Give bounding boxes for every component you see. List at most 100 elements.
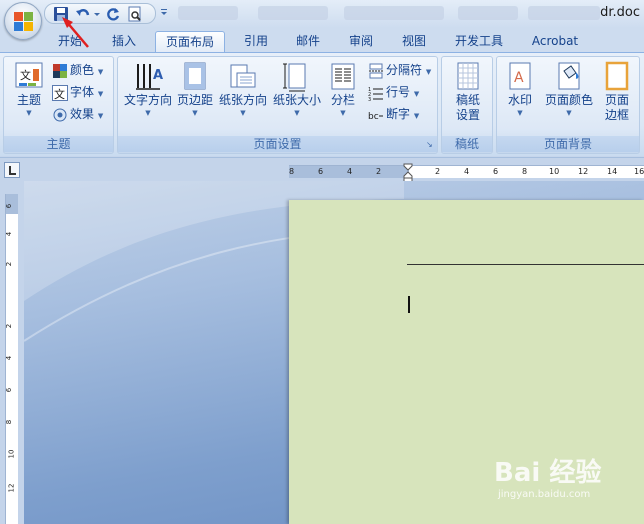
group-page-background: A 水印 ▼ 页面颜色 ▼ 页面 边框 页面背景 bbox=[496, 56, 640, 154]
chevron-down-icon: ▼ bbox=[145, 109, 151, 117]
svg-text:bc: bc bbox=[368, 112, 379, 122]
orientation-button[interactable]: 纸张方向 ▼ bbox=[216, 61, 270, 118]
columns-label: 分栏 bbox=[330, 93, 355, 107]
svg-text:A: A bbox=[153, 68, 163, 83]
margins-label: 页边距 bbox=[176, 93, 213, 107]
ribbon: 文 主题 ▼ 颜色 ▼ 文字体 ▼ 效果 ▼ 主题 A 文字方向 ▼ 页边距 ▼… bbox=[0, 52, 644, 156]
baidu-watermark: Bai 经验 jingyan.baidu.com bbox=[494, 452, 601, 500]
page-borders-label-2: 边框 bbox=[604, 108, 629, 122]
chevron-down-icon: ▼ bbox=[192, 109, 198, 117]
ruler-label: 6 bbox=[5, 387, 14, 393]
page-borders-button[interactable]: 页面 边框 bbox=[597, 61, 637, 123]
ruler-label: 2 bbox=[376, 167, 382, 176]
header-rule-line bbox=[407, 264, 644, 265]
line-numbers-button[interactable]: 1 2 3 行号 ▼ bbox=[368, 82, 420, 103]
print-preview-icon[interactable] bbox=[127, 6, 145, 22]
window-title: dr.doc bbox=[600, 5, 640, 20]
tab-review[interactable]: 审阅 bbox=[341, 31, 381, 52]
chevron-down-icon: ▼ bbox=[517, 109, 523, 117]
watermark-label: 水印 bbox=[507, 93, 532, 107]
paint-bucket-icon bbox=[554, 61, 584, 93]
hyphenation-label: 断字 bbox=[386, 107, 411, 121]
group-page-setup: A 文字方向 ▼ 页边距 ▼ 纸张方向 ▼ 纸张大小 ▼ 分栏 ▼ 分隔符 ▼ … bbox=[117, 56, 438, 154]
watermark-button[interactable]: A 水印 ▼ bbox=[501, 61, 539, 118]
ruler-bar: 8 6 4 2 2 4 6 8 10 12 14 16 bbox=[0, 157, 644, 181]
office-logo-icon bbox=[14, 12, 34, 32]
ruler-label: 16 bbox=[634, 167, 644, 176]
page-setup-launcher-icon[interactable]: ↘ bbox=[426, 141, 435, 150]
office-button[interactable] bbox=[4, 2, 42, 40]
columns-button[interactable]: 分栏 ▼ bbox=[325, 61, 361, 118]
vertical-ruler[interactable]: 6 4 2 2 4 6 8 10 12 bbox=[5, 194, 18, 524]
blurred-toolbar-region bbox=[178, 6, 238, 20]
ruler-label: 8 bbox=[5, 419, 14, 425]
svg-text:文: 文 bbox=[54, 87, 65, 101]
effects-icon bbox=[52, 107, 68, 123]
ruler-label: 10 bbox=[7, 449, 16, 459]
ruler-label: 8 bbox=[522, 167, 528, 176]
themes-label: 主题 bbox=[16, 93, 41, 107]
watermark-brand: Bai 经验 bbox=[494, 458, 602, 488]
ruler-label: 14 bbox=[607, 167, 618, 176]
chevron-down-icon: ▼ bbox=[413, 112, 420, 120]
fonts-icon: 文 bbox=[52, 84, 68, 101]
breaks-icon bbox=[368, 63, 384, 79]
tab-acrobat[interactable]: Acrobat bbox=[524, 31, 586, 52]
page-color-label: 页面颜色 bbox=[544, 93, 593, 107]
ruler-label: 12 bbox=[7, 483, 16, 493]
page-color-button[interactable]: 页面颜色 ▼ bbox=[541, 61, 597, 118]
manuscript-setup-button[interactable]: 稿纸 设置 bbox=[446, 61, 490, 123]
text-direction-button[interactable]: A 文字方向 ▼ bbox=[122, 61, 174, 118]
blurred-toolbar-region bbox=[258, 6, 328, 20]
tab-insert[interactable]: 插入 bbox=[104, 31, 144, 52]
group-themes-label: 主题 bbox=[4, 136, 113, 152]
tab-page-layout[interactable]: 页面布局 bbox=[155, 31, 225, 52]
size-button[interactable]: 纸张大小 ▼ bbox=[270, 61, 324, 118]
tab-developer[interactable]: 开发工具 bbox=[446, 31, 512, 52]
horizontal-ruler[interactable]: 8 6 4 2 2 4 6 8 10 12 14 16 bbox=[289, 165, 644, 178]
indent-marker-icon[interactable] bbox=[403, 163, 413, 183]
ruler-label: 4 bbox=[464, 167, 470, 176]
ruler-label: 12 bbox=[578, 167, 589, 176]
tab-view[interactable]: 视图 bbox=[394, 31, 434, 52]
colors-button[interactable]: 颜色 ▼ bbox=[52, 60, 103, 80]
margins-button[interactable]: 页边距 ▼ bbox=[175, 61, 215, 118]
customize-icon[interactable] bbox=[160, 6, 168, 20]
chevron-down-icon: ▼ bbox=[425, 68, 432, 76]
svg-text:3: 3 bbox=[368, 97, 371, 101]
annotation-arrow-icon bbox=[62, 17, 89, 48]
hyphenation-icon: bc bbox=[368, 107, 384, 123]
chevron-down-icon: ▼ bbox=[97, 90, 104, 98]
chevron-down-icon: ▼ bbox=[413, 90, 420, 98]
redo-icon[interactable] bbox=[105, 6, 123, 22]
breaks-button[interactable]: 分隔符 ▼ bbox=[368, 60, 431, 80]
size-label: 纸张大小 bbox=[272, 93, 321, 107]
fonts-button[interactable]: 文字体 ▼ bbox=[52, 82, 103, 102]
hyphenation-button[interactable]: bc 断字 ▼ bbox=[368, 104, 419, 124]
tab-stop-selector[interactable] bbox=[4, 162, 20, 178]
line-numbers-label: 行号 bbox=[386, 85, 411, 99]
paper-size-icon bbox=[282, 61, 312, 93]
ruler-label: 4 bbox=[5, 355, 14, 361]
text-cursor bbox=[408, 296, 410, 313]
ruler-label: 2 bbox=[5, 323, 14, 329]
chevron-down-icon: ▼ bbox=[26, 109, 32, 117]
colors-label: 颜色 bbox=[70, 63, 95, 77]
tab-references[interactable]: 引用 bbox=[236, 31, 276, 52]
tab-mailings[interactable]: 邮件 bbox=[288, 31, 328, 52]
chevron-down-icon: ▼ bbox=[240, 109, 246, 117]
text-direction-label: 文字方向 bbox=[123, 93, 172, 107]
themes-button[interactable]: 文 主题 ▼ bbox=[8, 61, 50, 118]
orientation-label: 纸张方向 bbox=[218, 93, 267, 107]
group-manuscript: 稿纸 设置 稿纸 bbox=[441, 56, 493, 154]
line-numbers-icon: 123 bbox=[368, 85, 384, 103]
ruler-label: 4 bbox=[347, 167, 353, 176]
chevron-down-icon: ▼ bbox=[97, 68, 104, 76]
manuscript-icon bbox=[453, 61, 483, 93]
ruler-label: 4 bbox=[5, 231, 14, 237]
margins-icon bbox=[180, 61, 210, 93]
theme-icon: 文 bbox=[14, 61, 44, 93]
effects-label: 效果 bbox=[70, 107, 95, 121]
effects-button[interactable]: 效果 ▼ bbox=[52, 104, 103, 124]
blurred-toolbar-region bbox=[458, 6, 518, 20]
